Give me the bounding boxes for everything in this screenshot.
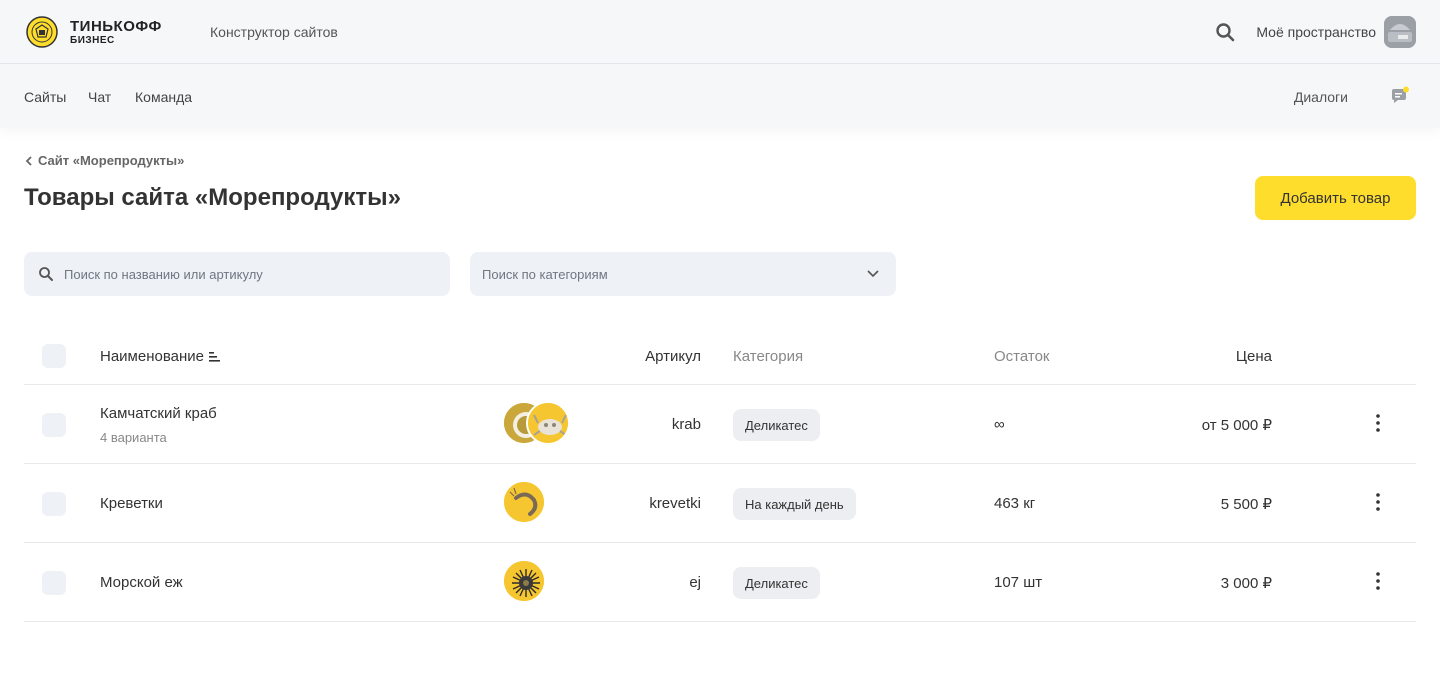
product-price: от 5 000 ₽	[1201, 417, 1272, 434]
brand-subname: БИЗНЕС	[70, 34, 115, 46]
sea-urchin-thumbnail	[502, 559, 546, 603]
column-header-stock: Остаток	[994, 348, 1050, 365]
product-name[interactable]: Камчатский краб	[100, 405, 217, 422]
more-options-icon[interactable]	[1370, 571, 1386, 591]
more-options-icon[interactable]	[1370, 413, 1386, 433]
product-stock: 463 кг	[994, 495, 1036, 512]
workspace-switcher[interactable]: Моё пространство	[1256, 24, 1376, 40]
column-header-name[interactable]: Наименование	[100, 348, 220, 365]
product-article: ej	[689, 574, 701, 591]
product-search	[24, 252, 450, 296]
page-title: Товары сайта «Морепродукты»	[24, 184, 401, 211]
brand-logo[interactable]: ТИНЬКОФФ БИЗНЕС	[24, 15, 162, 49]
product-stock: 107 шт	[994, 574, 1043, 591]
chat-icon[interactable]	[1390, 86, 1410, 106]
table-row[interactable]: Камчатский краб 4 варианта krab Деликате…	[24, 385, 1416, 464]
product-name[interactable]: Морской еж	[100, 574, 183, 591]
category-badge: Деликатес	[733, 409, 820, 441]
chevron-left-icon	[25, 155, 32, 166]
nav-item-chat[interactable]: Чат	[88, 89, 111, 105]
category-badge: Деликатес	[733, 567, 820, 599]
sea-urchin-image-icon	[504, 561, 544, 601]
search-input[interactable]	[64, 266, 424, 282]
column-header-price: Цена	[1235, 348, 1272, 365]
row-checkbox[interactable]	[42, 571, 66, 595]
select-all-checkbox[interactable]	[42, 344, 66, 368]
product-variants: 4 варианта	[100, 430, 167, 445]
products-table: Наименование Артикул Категория Остаток Ц…	[24, 328, 1416, 622]
nav-item-team[interactable]: Команда	[135, 89, 192, 105]
table-row[interactable]: Морской еж ej Деликатес 107 шт 3 000 ₽	[24, 543, 1416, 622]
product-price: 3 000 ₽	[1220, 575, 1272, 592]
shrimp-image-icon	[504, 482, 544, 522]
product-article: krevetki	[649, 495, 701, 512]
search-icon	[39, 267, 53, 281]
column-header-category: Категория	[733, 348, 804, 365]
row-checkbox[interactable]	[42, 413, 66, 437]
category-placeholder: Поиск по категориям	[482, 267, 608, 282]
product-price: 5 500 ₽	[1220, 496, 1272, 513]
chevron-down-icon	[867, 270, 879, 278]
avatar[interactable]	[1384, 16, 1416, 48]
tinkoff-emblem-icon	[26, 16, 58, 48]
search-icon[interactable]	[1215, 22, 1235, 42]
workspace-avatar-icon	[1384, 16, 1416, 48]
main-nav: Сайты Чат Команда Диалоги	[0, 64, 1440, 128]
column-header-article: Артикул	[645, 348, 701, 365]
crab-thumbnail-2	[526, 401, 570, 445]
header-top-row: ТИНЬКОФФ БИЗНЕС Конструктор сайтов Моё п…	[0, 0, 1440, 64]
dialogs-link[interactable]: Диалоги	[1294, 89, 1348, 105]
row-checkbox[interactable]	[42, 492, 66, 516]
product-article: krab	[671, 416, 701, 433]
product-name[interactable]: Конструктор сайтов	[210, 24, 338, 40]
breadcrumb[interactable]: Сайт «Морепродукты»	[24, 153, 184, 168]
sort-icon	[208, 352, 220, 362]
category-badge: На каждый день	[733, 488, 856, 520]
shrimp-thumbnail	[502, 480, 546, 524]
brand-name: ТИНЬКОФФ	[70, 17, 162, 35]
breadcrumb-label: Сайт «Морепродукты»	[38, 153, 185, 168]
category-select[interactable]: Поиск по категориям	[470, 252, 896, 296]
product-name[interactable]: Креветки	[100, 495, 163, 512]
app-header: ТИНЬКОФФ БИЗНЕС Конструктор сайтов Моё п…	[0, 0, 1440, 128]
crab-image-icon	[528, 403, 568, 443]
product-stock: ∞	[994, 416, 1005, 433]
more-options-icon[interactable]	[1370, 492, 1386, 512]
table-header: Наименование Артикул Категория Остаток Ц…	[24, 328, 1416, 385]
nav-item-sites[interactable]: Сайты	[24, 89, 66, 105]
table-row[interactable]: Креветки krevetki На каждый день 463 кг …	[24, 464, 1416, 543]
add-product-button[interactable]: Добавить товар	[1255, 176, 1416, 220]
